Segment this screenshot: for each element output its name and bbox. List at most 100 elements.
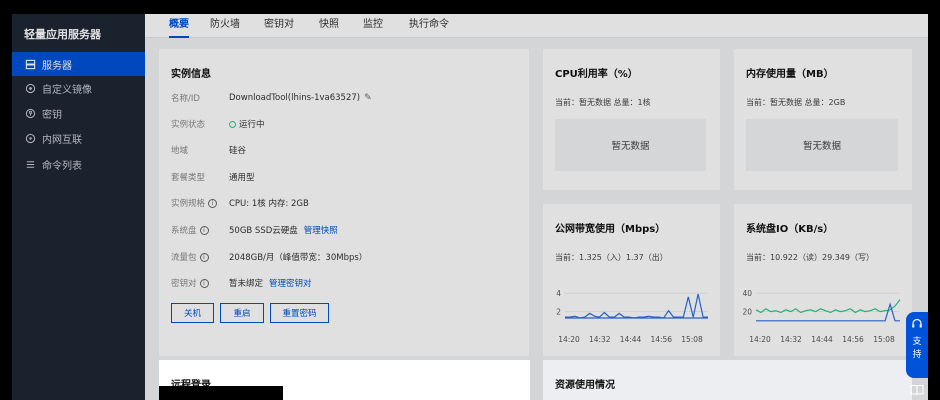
instance-tabs: 概要 防火墙 密钥对 快照 监控 执行命令 [145,14,928,38]
instance-info-card: 实例信息 名称/ID DownloadTool(lhins-1va63527) … [159,49,529,356]
y-tick-label: 2 [556,308,561,317]
bandwidth-card: 公网带宽使用（Mbps） 当前：1.325（入）1.37（出） 2 4 14:20 1… [543,204,720,356]
info-label: 密钥对 i [171,277,229,289]
network-icon [24,132,36,144]
region-value: 硅谷 [229,146,247,156]
y-tick-label: 20 [742,308,752,317]
tab-snapshot[interactable]: 快照 [319,18,339,38]
dark-overlay-block [159,386,283,400]
x-tick-label: 14:56 [842,335,864,344]
x-tick-label: 14:32 [780,335,802,344]
traffic-value: 2048GB/月（峰值带宽：30Mbps） [229,253,368,263]
tab-overview[interactable]: 概要 [169,18,189,38]
sidebar-item-commands[interactable]: 命令列表 [12,152,145,176]
help-icon[interactable]: i [199,252,209,262]
info-label: 实例规格 i [171,197,229,209]
image-icon [24,82,36,94]
key-icon [24,107,36,119]
info-row-plan-type: 套餐类型 通用型 [171,170,255,184]
tab-firewall[interactable]: 防火墙 [210,18,240,38]
headset-icon [912,318,922,328]
disk-io-title: 系统盘IO（KB/s） [746,224,834,235]
console-frame: 轻量应用服务器 服务器 自定义镜像 密钥 内网互联 命令列表 概要 防火墙 密钥… [12,14,928,400]
sidebar-item-servers[interactable]: 服务器 [12,52,145,76]
info-row-region: 地域 硅谷 [171,143,246,157]
info-row-keypair: 密钥对 i 暂未绑定 管理密钥对 [171,276,312,290]
x-tick-label: 14:32 [589,335,611,344]
instance-info-title: 实例信息 [171,69,211,80]
restart-button[interactable]: 重启 [220,303,264,323]
bandwidth-chart: 2 4 14:20 14:32 14:44 14:56 15:08 [556,289,708,344]
manage-keypair-link[interactable]: 管理密钥对 [269,277,312,289]
status-badge: 运行中 [229,118,265,130]
memory-usage-card: 内存使用量（MB） 当前：暂无数据 总量：2GB 暂无数据 [734,49,912,190]
sidebar-item-keys[interactable]: 密钥 [12,101,145,125]
info-label: 系统盘 i [171,224,229,236]
x-tick-label: 15:08 [681,335,703,344]
plan-type-value: 通用型 [229,173,255,183]
sidebar-item-custom-images[interactable]: 自定义镜像 [12,76,145,100]
help-icon[interactable]: i [199,278,209,288]
sidebar-item-label: 服务器 [42,60,72,72]
status-value: 运行中 [239,120,265,130]
sidebar: 轻量应用服务器 服务器 自定义镜像 密钥 内网互联 命令列表 [12,14,145,400]
system-disk-value: 50GB SSD云硬盘 [229,226,298,236]
y-tick-label: 40 [742,289,752,298]
x-tick-label: 15:08 [873,335,895,344]
sidebar-item-label: 密钥 [42,109,62,121]
info-label: 套餐类型 [171,173,206,183]
tab-monitor[interactable]: 监控 [363,18,383,38]
tab-keypair[interactable]: 密钥对 [264,18,294,38]
disk-io-summary: 当前：10.922（读）29.349（写） [746,253,874,262]
system-disk-label: 系统盘 [171,226,197,236]
disk-io-card: 系统盘IO（KB/s） 当前：10.922（读）29.349（写） 20 40 14… [734,204,912,356]
info-row-name: 名称/ID DownloadTool(lhins-1va63527) ✎ [171,91,372,105]
info-row-traffic: 流量包 i 2048GB/月（峰值带宽：30Mbps） [171,250,367,264]
series-line-0 [755,299,901,314]
sidebar-item-intranet[interactable]: 内网互联 [12,126,145,150]
y-tick-label: 4 [556,289,561,298]
cpu-no-data: 暂无数据 [555,119,706,171]
disk-io-chart: 20 40 14:20 14:32 14:44 14:56 15:08 [742,289,901,344]
help-icon[interactable]: i [208,198,218,208]
info-row-status: 实例状态 运行中 [171,117,265,131]
support-label-2: 持 [912,350,922,360]
resource-usage-title: 资源使用情况 [555,380,615,391]
edit-icon[interactable]: ✎ [364,93,372,103]
list-icon [24,158,36,170]
manage-snapshot-link[interactable]: 管理快照 [304,224,338,236]
reset-password-button[interactable]: 重置密码 [270,303,329,323]
traffic-label: 流量包 [171,253,197,263]
help-icon[interactable]: i [199,225,209,235]
info-row-spec: 实例规格 i CPU: 1核 内存: 2GB [171,196,309,210]
shutdown-button[interactable]: 关机 [171,303,214,323]
x-tick-label: 14:56 [650,335,672,344]
tab-run-command[interactable]: 执行命令 [409,18,449,38]
info-value: 50GB SSD云硬盘 管理快照 [229,224,338,236]
sidebar-title: 轻量应用服务器 [24,28,101,41]
x-tick-label: 14:44 [620,335,642,344]
info-label: 名称/ID [171,94,200,104]
docs-book-icon[interactable] [910,384,924,396]
series-line-0 [565,293,708,319]
support-button[interactable]: 支 持 [906,312,928,378]
running-status-icon [229,120,236,128]
instance-name-value: DownloadTool(lhins-1va63527) [229,93,361,103]
cpu-summary: 当前：暂无数据 总量：1核 [555,98,651,107]
x-tick-label: 14:20 [749,335,771,344]
series-line-1 [756,302,900,322]
memory-summary: 当前：暂无数据 总量：2GB [746,98,846,107]
info-label: 实例状态 [171,120,206,130]
support-label-1: 支 [912,337,922,347]
keypair-label: 密钥对 [171,279,197,289]
info-label: 地域 [171,146,189,156]
bandwidth-title: 公网带宽使用（Mbps） [555,224,666,235]
spec-value: CPU: 1核 内存: 2GB [229,199,309,209]
info-label: 流量包 i [171,251,229,263]
sidebar-item-label: 命令列表 [42,160,82,172]
cpu-title: CPU利用率（%） [555,69,638,80]
sidebar-item-label: 内网互联 [42,134,82,146]
sidebar-item-label: 自定义镜像 [42,84,92,96]
spec-label: 实例规格 [171,199,206,209]
cpu-usage-card: CPU利用率（%） 当前：暂无数据 总量：1核 暂无数据 [543,49,720,190]
